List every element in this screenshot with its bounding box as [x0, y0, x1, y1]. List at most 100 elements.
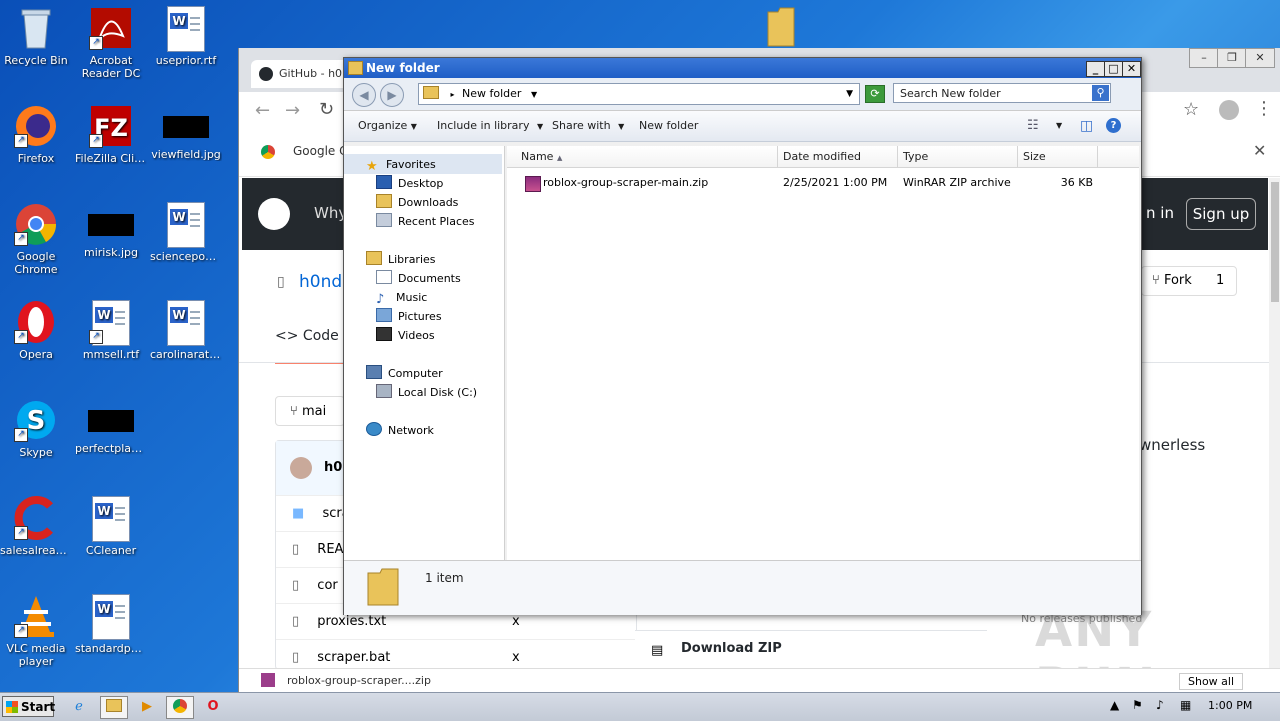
file-icon: ▯: [292, 650, 300, 665]
opera-taskbar-icon[interactable]: O: [200, 696, 226, 717]
column-label: Type: [903, 150, 929, 163]
icon-label: Opera: [19, 348, 53, 361]
scrollbar-thumb[interactable]: [1271, 182, 1279, 302]
nav-documents[interactable]: Documents: [376, 270, 461, 287]
help-icon[interactable]: ?: [1106, 118, 1121, 133]
flag-icon[interactable]: ⚑: [1132, 698, 1143, 712]
nav-recent-places[interactable]: Recent Places: [376, 213, 475, 230]
nav-videos[interactable]: Videos: [376, 327, 435, 344]
download-zip-link[interactable]: Download ZIP: [681, 641, 782, 656]
refresh-icon[interactable]: ⟳: [865, 85, 885, 103]
organize-button[interactable]: Organize ▼: [358, 111, 417, 142]
desktop-icon-sciencepool[interactable]: W sciencepool.rtf: [150, 202, 222, 263]
sign-in-link[interactable]: n in: [1146, 204, 1174, 222]
show-hidden-icons[interactable]: ▲: [1110, 698, 1119, 712]
nav-pictures[interactable]: Pictures: [376, 308, 442, 325]
column-header-size[interactable]: Size: [1018, 146, 1098, 168]
window-title: New folder: [366, 61, 440, 75]
desktop-icon-mmsell[interactable]: W ↗ mmsell.rtf: [75, 300, 147, 361]
forward-button[interactable]: ▶: [380, 83, 404, 107]
vlc-icon: ↗: [14, 594, 58, 638]
restore-button[interactable]: ❐: [1217, 48, 1247, 68]
share-with-button[interactable]: Share with ▼: [552, 111, 624, 142]
nav-local-disk[interactable]: Local Disk (C:): [376, 384, 477, 401]
branch-button[interactable]: ⑂ mai: [275, 396, 345, 426]
desktop-icon-chrome[interactable]: ↗ Google Chrome: [0, 202, 72, 276]
icon-label: carolinarate...: [150, 348, 222, 361]
nav-downloads[interactable]: Downloads: [376, 194, 458, 211]
reload-icon[interactable]: ↻: [319, 99, 334, 120]
desktop-icon-perfectplac[interactable]: perfectplac...: [75, 398, 147, 455]
desktop-icon-acrobat[interactable]: ↗ Acrobat Reader DC: [75, 6, 147, 80]
dropdown-arrow-icon[interactable]: ▼: [846, 84, 853, 104]
desktop-folder-icon[interactable]: [766, 6, 796, 48]
nav-favorites[interactable]: ★ Favorites: [366, 156, 436, 174]
explorer-titlebar[interactable]: New folder _ □ ✕: [344, 58, 1141, 78]
tab-code[interactable]: <> Code: [275, 328, 343, 364]
back-button[interactable]: ◀: [352, 83, 376, 107]
close-icon[interactable]: ✕: [1253, 141, 1266, 160]
desktop-icon-standardpol[interactable]: W standardpol...: [75, 594, 147, 655]
menu-dots-icon[interactable]: ⋮: [1255, 98, 1273, 119]
show-all-button[interactable]: Show all: [1179, 673, 1244, 690]
close-button[interactable]: ✕: [1122, 61, 1141, 77]
desktop-icon-vlc[interactable]: ↗ VLC media player: [0, 594, 72, 668]
desktop-icon-filezilla[interactable]: FZ ↗ FileZilla Client: [75, 104, 147, 165]
volume-icon[interactable]: ♪: [1156, 698, 1164, 712]
include-in-library-button[interactable]: Include in library ▼: [437, 111, 543, 142]
minimize-button[interactable]: –: [1189, 48, 1219, 68]
desktop-icon-mirisk[interactable]: mirisk.jpg: [75, 202, 147, 259]
nav-network[interactable]: Network: [366, 422, 434, 439]
sign-up-button[interactable]: Sign up: [1186, 198, 1256, 230]
internet-explorer-icon[interactable]: ℯ: [66, 696, 92, 717]
explorer-taskbar-icon[interactable]: [100, 696, 128, 719]
fork-button[interactable]: ⑂ Fork 1: [1141, 266, 1237, 296]
preview-pane-icon[interactable]: ◫: [1080, 111, 1093, 141]
desktop-icon-salesalread[interactable]: W CCleaner: [75, 496, 147, 557]
profile-avatar-icon[interactable]: [1219, 100, 1239, 120]
github-logo-icon[interactable]: [258, 198, 290, 230]
breadcrumb[interactable]: New folder: [462, 87, 521, 100]
skype-icon: S ↗: [14, 398, 58, 442]
network-tray-icon[interactable]: ▦: [1180, 698, 1191, 712]
search-icon[interactable]: ⚲: [1092, 85, 1109, 101]
nav-desktop[interactable]: Desktop: [376, 175, 443, 192]
back-arrow-icon[interactable]: ←: [255, 100, 270, 121]
desktop-icon-opera[interactable]: ↗ Opera: [0, 300, 72, 361]
nav-computer[interactable]: Computer: [366, 365, 443, 382]
chrome-taskbar-icon[interactable]: [166, 696, 194, 719]
google-favicon-icon: [261, 145, 275, 159]
download-item[interactable]: roblox-group-scraper....zip: [287, 674, 431, 687]
nav-music[interactable]: ♪ Music: [376, 289, 427, 307]
table-row[interactable]: ▯ scraper.bat x: [276, 639, 636, 670]
column-header-name[interactable]: Name ▲: [507, 146, 778, 168]
address-bar[interactable]: ▸ New folder ▼ ▼: [418, 83, 860, 105]
desktop-icon-skype[interactable]: S ↗ Skype: [0, 398, 72, 459]
desktop-icon-viewfield[interactable]: viewfield.jpg: [150, 104, 222, 161]
desktop-icon-recycle-bin[interactable]: Recycle Bin: [0, 6, 72, 67]
nav-libraries[interactable]: Libraries: [366, 251, 436, 268]
forward-arrow-icon[interactable]: →: [285, 100, 300, 121]
desktop-icon-carolinarate[interactable]: W carolinarate...: [150, 300, 222, 361]
media-player-icon[interactable]: ▶: [134, 696, 160, 717]
search-input[interactable]: Search New folder ⚲: [893, 83, 1111, 103]
desktop-icon-ccleaner[interactable]: ↗ salesalread...: [0, 496, 72, 557]
column-header-type[interactable]: Type: [898, 146, 1018, 168]
minimize-button[interactable]: _: [1086, 61, 1105, 77]
column-header-date[interactable]: Date modified: [778, 146, 898, 168]
start-button[interactable]: Start: [2, 696, 55, 717]
chevron-down-icon[interactable]: ▼: [1056, 111, 1062, 141]
desktop-icon-firefox[interactable]: ↗ Firefox: [0, 104, 72, 165]
maximize-button[interactable]: □: [1104, 61, 1123, 77]
view-options-icon[interactable]: ☷: [1027, 111, 1039, 141]
new-folder-button[interactable]: New folder: [639, 111, 698, 141]
file-row[interactable]: roblox-group-scraper-main.zip 2/25/2021 …: [507, 174, 1139, 192]
page-scrollbar[interactable]: [1269, 178, 1280, 668]
bookmark-google[interactable]: Google C: [293, 144, 348, 158]
repo-owner-link[interactable]: h0nd: [299, 272, 342, 292]
close-button[interactable]: ✕: [1245, 48, 1275, 68]
bookmark-star-icon[interactable]: ☆: [1183, 99, 1199, 120]
shortcut-arrow-icon: ↗: [89, 134, 103, 148]
desktop-icon-useprior[interactable]: W useprior.rtf: [150, 6, 222, 67]
clock[interactable]: 1:00 PM: [1208, 699, 1252, 712]
